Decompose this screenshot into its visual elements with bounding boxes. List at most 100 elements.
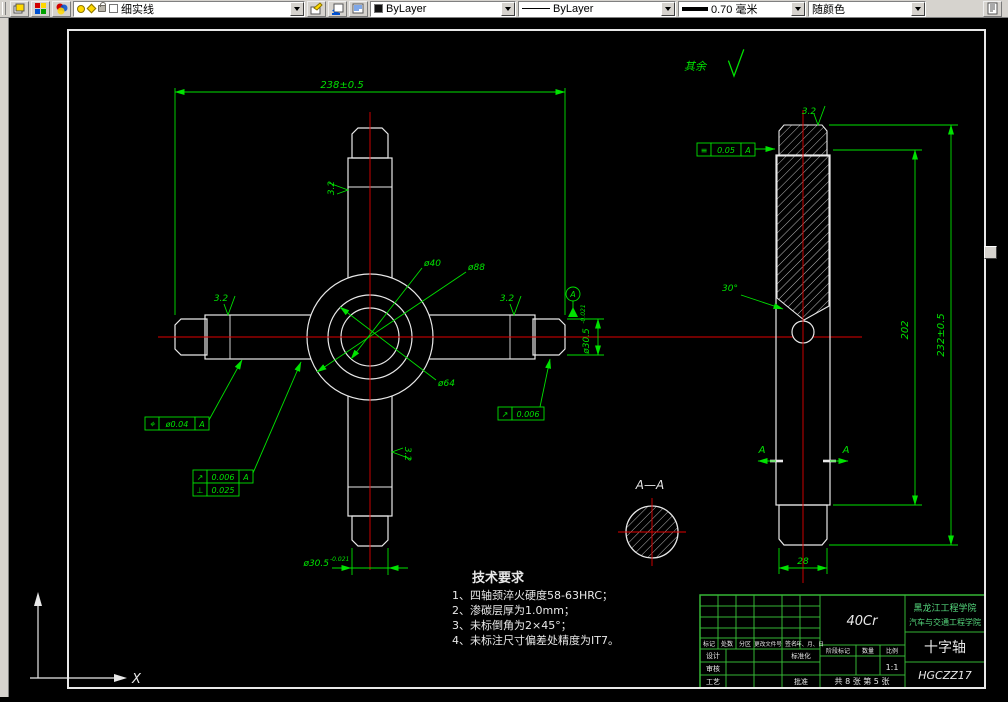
drawing-canvas[interactable]: 238±0.5 ø30.5 -0.021 ø30.5 -0.021 ø40 ø8… bbox=[0, 18, 1008, 697]
chevron-down-icon bbox=[665, 6, 671, 11]
tech-item: 3、未标倒角为2×45°； bbox=[452, 618, 572, 632]
make-layer-current-icon bbox=[310, 2, 323, 15]
dim-journal-tol-bottom: -0.021 bbox=[330, 556, 349, 563]
layer-states-button[interactable] bbox=[349, 0, 368, 17]
process-label: 工艺 bbox=[706, 678, 720, 686]
material: 40Cr bbox=[847, 614, 880, 629]
datum-label: A bbox=[569, 290, 575, 299]
chevron-down-icon bbox=[915, 6, 921, 11]
ucs-x-label: X bbox=[131, 672, 142, 687]
linetype-dropdown[interactable]: ByLayer bbox=[518, 0, 676, 17]
scale-value: 1:1 bbox=[886, 663, 899, 672]
layer-dropdown-arrow[interactable] bbox=[290, 1, 304, 16]
drawing-number: HGCZZ17 bbox=[918, 669, 972, 682]
properties-icon bbox=[987, 2, 998, 15]
tech-requirements: 技术要求 1、四轴颈淬火硬度58-63HRC； 2、渗碳层厚为1.0mm； 3、… bbox=[452, 570, 619, 647]
dia-inner-label: ø40 bbox=[423, 259, 441, 269]
standardize-label: 标准化 bbox=[791, 651, 811, 660]
rev-header: 标记 bbox=[703, 640, 715, 648]
part-name: 十字轴 bbox=[924, 640, 966, 656]
layer-properties-button[interactable] bbox=[31, 0, 50, 17]
runout-symbol: ↗ bbox=[197, 473, 204, 482]
layer-previous-button[interactable] bbox=[328, 0, 347, 17]
runout2-symbol: ↗ bbox=[502, 410, 509, 419]
color-dropdown-arrow[interactable] bbox=[501, 1, 515, 16]
dim-journal-tol: -0.021 bbox=[580, 304, 587, 323]
linetype-sample-icon bbox=[522, 8, 550, 9]
side-view: 3.2 ≡ 0.05 A 30° A A 202 232±0.5 28 bbox=[696, 105, 958, 583]
dim-overall-width: 238±0.5 bbox=[320, 80, 363, 91]
perpendicularity-symbol: ⊥ bbox=[197, 486, 204, 495]
symmetry-tolerance-frame: ≡ 0.05 A bbox=[696, 142, 776, 157]
dim-202: 202 bbox=[900, 320, 911, 339]
properties-panel-button[interactable] bbox=[983, 0, 1002, 17]
rev-header: 更改文件号 bbox=[754, 640, 782, 648]
approve-label: 批准 bbox=[794, 677, 808, 686]
toolbar-fragment[interactable] bbox=[984, 246, 997, 259]
rev-header: 处数 bbox=[721, 640, 733, 648]
toolbar: 细实线 ByLayer ByLayer 0.70 毫米 随颜色 bbox=[0, 0, 1008, 18]
color-value: ByLayer bbox=[386, 2, 427, 15]
plotstyle-dropdown-arrow[interactable] bbox=[911, 1, 925, 16]
roughness-value: 3.2 bbox=[402, 447, 412, 462]
rest-roughness: 其余 bbox=[684, 49, 745, 78]
make-object-layer-current-button[interactable] bbox=[307, 0, 326, 17]
check-label: 审核 bbox=[706, 664, 720, 673]
color-wheel-icon bbox=[56, 3, 68, 15]
roughness-icon bbox=[727, 49, 745, 78]
current-color-chip bbox=[374, 4, 383, 13]
runout-tolerance-frame-2: ↗ 0.006 bbox=[497, 358, 551, 421]
plotstyle-dropdown[interactable]: 随颜色 bbox=[808, 0, 926, 17]
dia-outer-label: ø88 bbox=[467, 263, 485, 273]
layer-previous-icon bbox=[332, 3, 344, 15]
color-control-button[interactable] bbox=[52, 0, 71, 17]
chevron-down-icon bbox=[795, 6, 801, 11]
dim-journal-dia: ø30.5 bbox=[582, 328, 592, 355]
lineweight-dropdown[interactable]: 0.70 毫米 bbox=[678, 0, 806, 17]
chevron-down-icon bbox=[294, 6, 300, 11]
perpendicularity-value: 0.025 bbox=[212, 486, 235, 495]
lineweight-dropdown-arrow[interactable] bbox=[791, 1, 805, 16]
runout-value: 0.006 bbox=[212, 473, 235, 482]
linetype-value: ByLayer bbox=[553, 2, 594, 15]
stage-label: 阶段标记 bbox=[826, 647, 850, 655]
symmetry-symbol: ≡ bbox=[701, 146, 708, 155]
title-block: 标记 处数 分区 更改文件号 签名 年、月、日 设计 审核 工艺 标准化 批准 … bbox=[699, 594, 986, 689]
section-view-aa: A—A bbox=[618, 478, 686, 566]
tech-title: 技术要求 bbox=[472, 570, 525, 586]
angle-dim: 30° bbox=[722, 284, 738, 294]
symmetry-datum: A bbox=[744, 146, 750, 155]
roughness-value: 3.2 bbox=[500, 294, 515, 304]
layer-on-icon[interactable] bbox=[77, 4, 85, 13]
datum-a-symbol: A bbox=[565, 286, 581, 317]
cad-drawing: 238±0.5 ø30.5 -0.021 ø30.5 -0.021 ø40 ø8… bbox=[30, 29, 986, 689]
rev-header: 签名 bbox=[785, 640, 797, 648]
design-label: 设计 bbox=[706, 651, 720, 660]
roughness-value: 3.2 bbox=[327, 181, 337, 196]
tech-item: 2、渗碳层厚为1.0mm； bbox=[452, 603, 575, 617]
layer-manager-button[interactable] bbox=[10, 0, 29, 17]
position-value: ø0.04 bbox=[165, 420, 189, 429]
tech-item: 4、未标注尺寸偏差处精度为IT7。 bbox=[452, 633, 619, 647]
color-dropdown[interactable]: ByLayer bbox=[370, 0, 516, 17]
lineweight-sample-icon bbox=[682, 6, 708, 11]
position-datum: A bbox=[198, 420, 204, 429]
school-name-line1: 黑龙江工程学院 bbox=[913, 602, 976, 614]
runout-datum: A bbox=[242, 473, 248, 482]
dim-overall-height: 232±0.5 bbox=[936, 313, 947, 356]
layers-icon bbox=[13, 3, 25, 14]
layer-lock-icon[interactable] bbox=[98, 2, 106, 12]
layer-states-icon bbox=[352, 3, 364, 14]
layer-freeze-icon[interactable] bbox=[86, 3, 97, 14]
rev-header: 分区 bbox=[739, 640, 751, 648]
section-title: A—A bbox=[635, 478, 664, 492]
roughness-value: 3.2 bbox=[214, 294, 229, 304]
qty-label: 数量 bbox=[862, 647, 874, 655]
linetype-dropdown-arrow[interactable] bbox=[661, 1, 675, 16]
rest-label: 其余 bbox=[684, 60, 708, 73]
dim-journal-dia-bottom: ø30.5 bbox=[302, 559, 329, 569]
layer-dropdown[interactable]: 细实线 bbox=[73, 0, 305, 17]
toolbar-grip[interactable] bbox=[2, 2, 6, 15]
scale-label: 比例 bbox=[886, 647, 898, 655]
dia-mid-label: ø64 bbox=[437, 379, 455, 389]
